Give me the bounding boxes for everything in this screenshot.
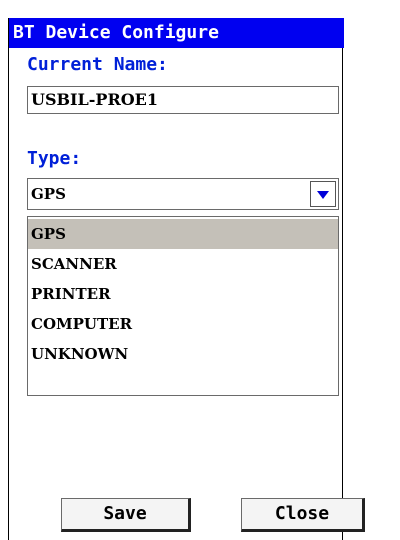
- type-option-computer[interactable]: COMPUTER: [28, 309, 338, 339]
- chevron-down-icon: [317, 191, 329, 199]
- type-option-printer[interactable]: PRINTER: [28, 279, 338, 309]
- bt-device-configure-window: BT Device Configure Current Name: USBIL-…: [8, 18, 365, 540]
- type-dropdown-button[interactable]: [310, 181, 336, 207]
- type-option-gps[interactable]: GPS: [28, 219, 338, 249]
- type-option-unknown[interactable]: UNKNOWN: [28, 339, 338, 369]
- type-select-value: GPS: [31, 185, 66, 203]
- type-label: Type:: [27, 148, 82, 169]
- type-select[interactable]: GPS: [27, 178, 339, 210]
- window-title: BT Device Configure: [9, 18, 344, 48]
- save-button[interactable]: Save: [61, 498, 191, 532]
- type-option-scanner[interactable]: SCANNER: [28, 249, 338, 279]
- close-button[interactable]: Close: [241, 498, 365, 532]
- current-name-label: Current Name:: [27, 54, 168, 75]
- type-options-list[interactable]: GPS SCANNER PRINTER COMPUTER UNKNOWN: [27, 216, 339, 396]
- current-name-field[interactable]: USBIL-PROE1: [27, 86, 339, 114]
